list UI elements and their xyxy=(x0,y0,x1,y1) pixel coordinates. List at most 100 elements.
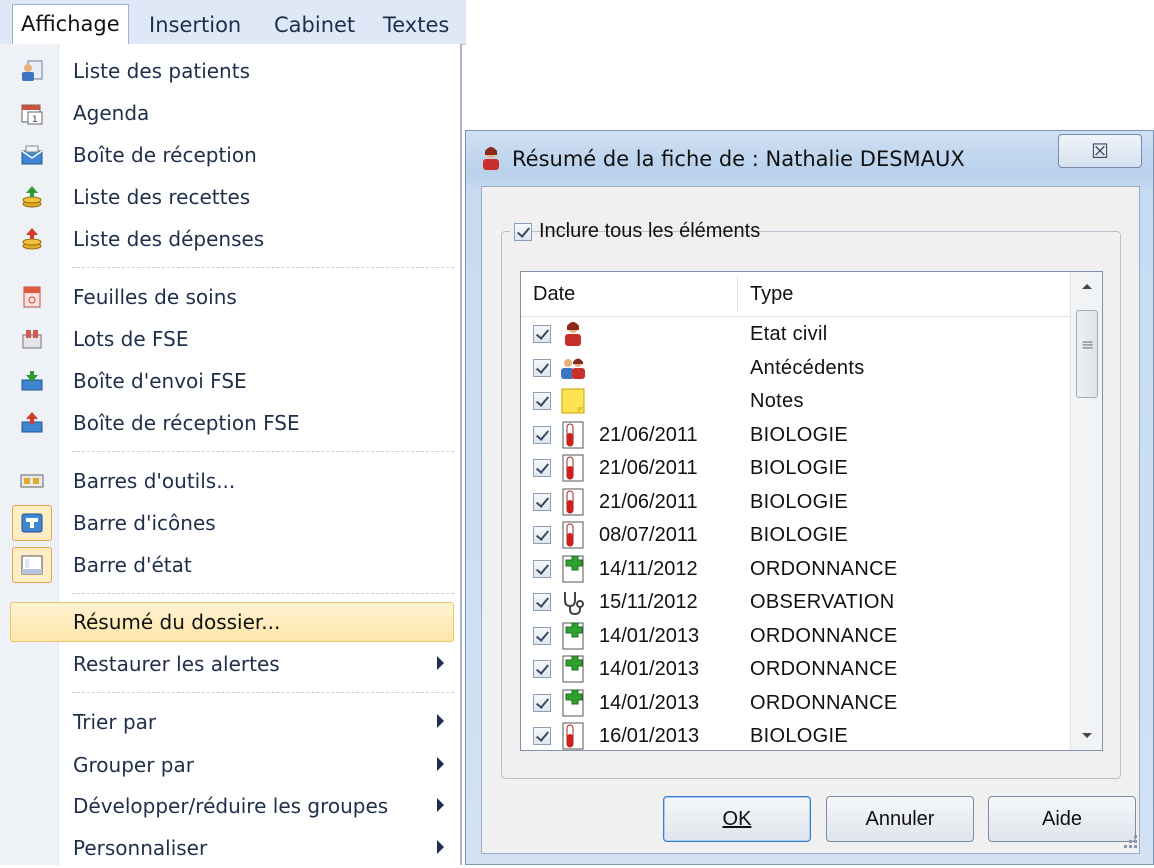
submenu-arrow-icon xyxy=(437,656,444,670)
items-listview[interactable]: Date Type Etat civil Antécédents Notes 21/0… xyxy=(520,271,1103,751)
row-type: Antécédents xyxy=(750,356,865,379)
help-button[interactable]: Aide xyxy=(988,796,1136,842)
menu-item-feuilles-soins[interactable]: Feuilles de soins xyxy=(0,277,458,317)
inbox-icon xyxy=(20,143,44,167)
row-type: ORDONNANCE xyxy=(750,691,898,714)
row-type: ORDONNANCE xyxy=(750,624,898,647)
menu-item-trier-par[interactable]: Trier par xyxy=(0,702,458,742)
row-type: Etat civil xyxy=(750,323,828,345)
fse-outbox-icon xyxy=(20,369,44,393)
column-header-date[interactable]: Date xyxy=(533,272,575,316)
person-icon xyxy=(559,320,587,348)
menu-item-liste-depenses[interactable]: Liste des dépenses xyxy=(0,219,458,259)
list-item[interactable]: 21/06/2011 BIOLOGIE xyxy=(521,486,1070,519)
list-item[interactable]: 14/01/2013 ORDONNANCE xyxy=(521,653,1070,686)
test-tube-icon xyxy=(559,722,587,750)
menu-item-boite-reception[interactable]: Boîte de réception xyxy=(0,135,458,175)
cancel-button[interactable]: Annuler xyxy=(826,796,974,842)
list-item[interactable]: 16/01/2013 BIOLOGIE xyxy=(521,720,1070,750)
list-item[interactable]: 15/11/2012 OBSERVATION xyxy=(521,586,1070,619)
menu-item-boite-envoi-fse[interactable]: Boîte d'envoi FSE xyxy=(0,361,458,401)
row-checkbox[interactable] xyxy=(533,660,551,678)
menu-textes[interactable]: Textes xyxy=(375,6,457,44)
fse-inbox-icon xyxy=(20,411,44,435)
row-checkbox[interactable] xyxy=(533,492,551,511)
resize-grip-icon[interactable] xyxy=(1120,831,1140,851)
row-date: 21/06/2011 xyxy=(599,457,698,479)
list-item[interactable]: 14/01/2013 ORDONNANCE xyxy=(521,687,1070,720)
scroll-thumb[interactable] xyxy=(1076,310,1098,398)
menu-item-developper-reduire[interactable]: Développer/réduire les groupes xyxy=(0,786,458,826)
calendar-icon: 1 xyxy=(20,101,44,125)
row-checkbox[interactable] xyxy=(533,626,551,645)
prescription-cross-icon xyxy=(559,655,587,683)
stethoscope-icon xyxy=(559,588,587,616)
row-checkbox[interactable] xyxy=(533,358,551,377)
include-groupbox: Inclure tous les éléments Date Type Etat… xyxy=(501,218,1121,779)
menu-item-restaurer-alertes[interactable]: Restaurer les alertes xyxy=(0,644,458,684)
list-item[interactable]: 21/06/2011 BIOLOGIE xyxy=(521,419,1070,452)
include-all-toggle[interactable]: Inclure tous les éléments xyxy=(510,218,760,246)
menu-item-liste-recettes[interactable]: Liste des recettes xyxy=(0,177,458,217)
row-date: 14/01/2013 xyxy=(599,658,700,680)
menu-item-barres-outils[interactable]: Barres d'outils... xyxy=(0,461,458,501)
menu-bar: Affichage Insertion Cabinet Textes xyxy=(0,0,466,45)
scroll-up-icon[interactable] xyxy=(1071,272,1102,302)
prescription-cross-icon xyxy=(559,555,587,583)
scroll-down-icon[interactable] xyxy=(1071,720,1102,750)
row-checkbox[interactable] xyxy=(533,392,551,410)
menu-separator xyxy=(72,267,454,268)
list-item[interactable]: Antécédents xyxy=(521,352,1070,385)
sticky-note-icon xyxy=(559,387,587,415)
test-tube-icon xyxy=(559,454,587,482)
menu-item-barre-etat[interactable]: Barre d'état xyxy=(0,545,458,585)
menu-item-agenda[interactable]: 1 Agenda xyxy=(0,93,458,133)
close-button[interactable]: ☒ xyxy=(1058,134,1142,168)
fse-batch-icon xyxy=(20,327,44,351)
list-item[interactable]: Etat civil xyxy=(521,318,1070,351)
row-date: 14/11/2012 xyxy=(599,557,698,580)
menu-item-grouper-par[interactable]: Grouper par xyxy=(0,745,458,785)
row-type: ORDONNANCE xyxy=(750,658,898,680)
prescription-cross-icon xyxy=(559,622,587,650)
row-date: 14/01/2013 xyxy=(599,691,700,714)
menu-item-boite-reception-fse[interactable]: Boîte de réception FSE xyxy=(0,403,458,443)
menu-affichage[interactable]: Affichage xyxy=(12,4,129,45)
menu-cabinet[interactable]: Cabinet xyxy=(266,6,363,44)
toolbars-icon xyxy=(20,469,44,493)
row-checkbox[interactable] xyxy=(533,727,551,745)
list-item[interactable]: 08/07/2011 BIOLOGIE xyxy=(521,519,1070,552)
list-item[interactable]: 21/06/2011 BIOLOGIE xyxy=(521,452,1070,485)
row-checkbox[interactable] xyxy=(533,425,551,444)
menu-item-personnaliser[interactable]: Personnaliser xyxy=(0,828,458,868)
menu-item-barre-icones[interactable]: Barre d'icônes xyxy=(0,503,458,543)
menu-item-lots-fse[interactable]: Lots de FSE xyxy=(0,319,458,359)
list-item[interactable]: 14/11/2012 ORDONNANCE xyxy=(521,553,1070,586)
submenu-arrow-icon xyxy=(437,757,444,771)
ok-button[interactable]: OK xyxy=(663,796,811,842)
submenu-arrow-icon xyxy=(437,714,444,728)
row-checkbox[interactable] xyxy=(533,559,551,578)
affichage-dropdown: Liste des patients 1 Agenda Boîte de réc… xyxy=(0,44,462,865)
list-item[interactable]: 14/01/2013 ORDONNANCE xyxy=(521,620,1070,653)
row-checkbox[interactable] xyxy=(533,693,551,712)
row-checkbox[interactable] xyxy=(533,459,551,477)
menu-insertion[interactable]: Insertion xyxy=(141,6,249,44)
include-all-checkbox[interactable] xyxy=(514,223,532,241)
row-type: Notes xyxy=(750,390,804,412)
row-type: BIOLOGIE xyxy=(750,524,848,546)
row-checkbox[interactable] xyxy=(533,526,551,544)
list-item[interactable]: Notes xyxy=(521,385,1070,418)
menu-separator xyxy=(72,593,454,594)
submenu-arrow-icon xyxy=(437,840,444,854)
row-checkbox[interactable] xyxy=(533,325,551,343)
row-type: BIOLOGIE xyxy=(750,725,848,747)
menu-item-liste-patients[interactable]: Liste des patients xyxy=(0,51,458,91)
include-all-label: Inclure tous les éléments xyxy=(539,220,761,242)
menu-item-resume-dossier[interactable]: Résumé du dossier... xyxy=(10,602,454,642)
row-checkbox[interactable] xyxy=(533,593,551,611)
menu-separator xyxy=(72,692,454,693)
menu-separator xyxy=(72,451,454,452)
column-header-type[interactable]: Type xyxy=(750,272,793,316)
vertical-scrollbar[interactable] xyxy=(1070,272,1102,750)
